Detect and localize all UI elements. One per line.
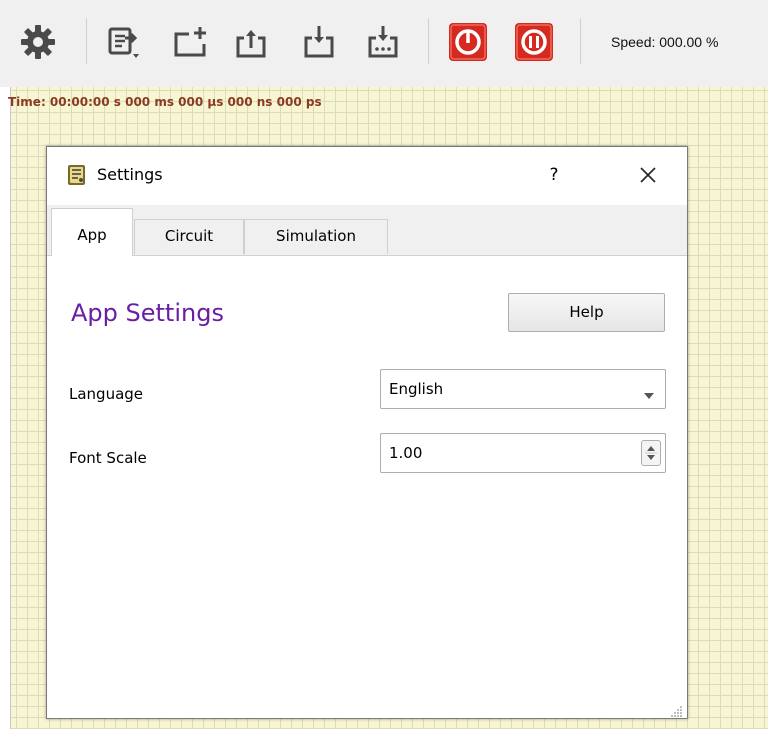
power-icon[interactable] [448, 22, 488, 62]
chevron-down-icon [643, 385, 655, 399]
close-icon[interactable] [636, 163, 660, 187]
app-settings-panel: App Settings Help Language English Font … [47, 256, 687, 718]
font-scale-label: Font Scale [69, 449, 147, 467]
save-as-icon[interactable] [364, 22, 404, 62]
new-circuit-icon[interactable] [172, 22, 212, 62]
tab-app[interactable]: App [51, 208, 133, 256]
speed-readout: Speed: 000.00 % [611, 34, 719, 50]
pause-icon[interactable] [514, 22, 554, 62]
language-value: English [389, 380, 444, 398]
font-scale-spinbox[interactable]: 1.00 [380, 433, 666, 473]
main-toolbar: Speed: 000.00 % [0, 0, 768, 87]
spin-arrows-icon[interactable] [641, 440, 661, 466]
gear-icon[interactable] [18, 22, 58, 62]
toolbar-separator [428, 18, 429, 64]
export-menu-icon[interactable] [105, 22, 145, 62]
help-button[interactable]: Help [508, 293, 665, 332]
tab-simulation[interactable]: Simulation [244, 219, 388, 254]
dialog-title: Settings [97, 165, 163, 184]
canvas-margin [0, 87, 10, 729]
resize-grip-icon[interactable] [671, 702, 683, 717]
canvas-border [10, 87, 11, 729]
dialog-titlebar[interactable]: Settings ? [47, 147, 687, 205]
tab-circuit[interactable]: Circuit [134, 219, 244, 254]
settings-tabs: App Circuit Simulation [47, 205, 687, 256]
app-icon [66, 164, 88, 186]
section-title: App Settings [71, 299, 224, 327]
font-scale-value: 1.00 [389, 444, 423, 462]
context-help-button[interactable]: ? [541, 162, 567, 188]
toolbar-separator [580, 18, 581, 64]
simulation-time-readout: Time: 00:00:00 s 000 ms 000 µs 000 ns 00… [8, 95, 322, 109]
toolbar-separator [86, 18, 87, 64]
language-select[interactable]: English [380, 369, 666, 409]
open-circuit-icon[interactable] [232, 22, 272, 62]
save-circuit-icon[interactable] [300, 22, 340, 62]
settings-dialog: Settings ? App Circuit Simulation App Se… [46, 146, 688, 719]
language-label: Language [69, 385, 144, 403]
